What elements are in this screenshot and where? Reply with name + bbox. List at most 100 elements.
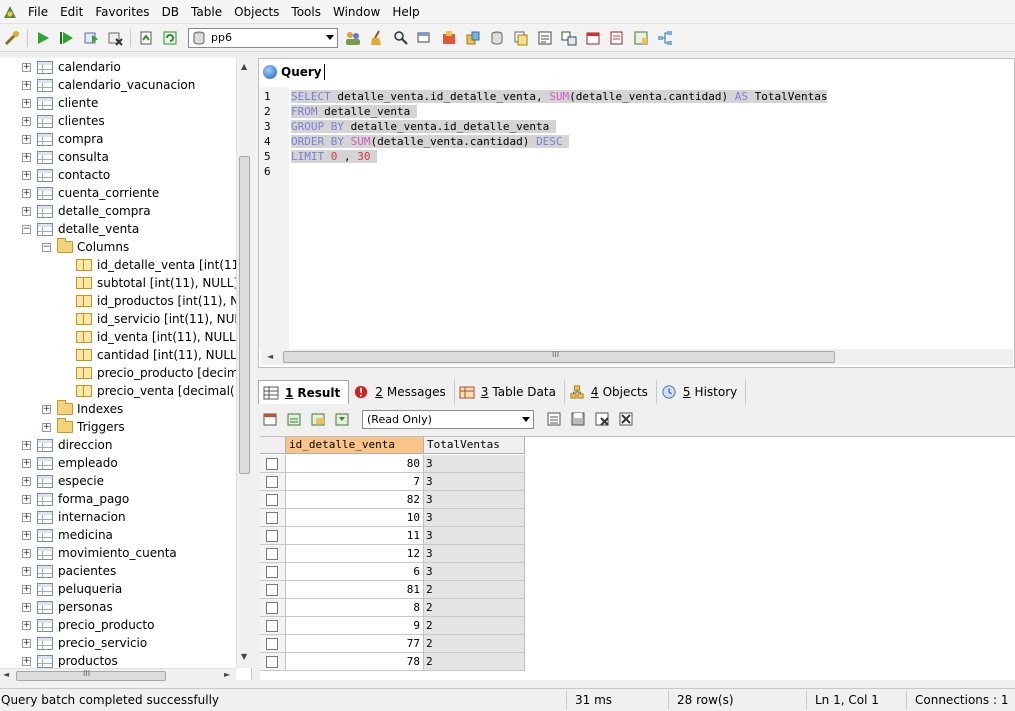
- schema-designer-icon[interactable]: [656, 29, 674, 47]
- row-checkbox[interactable]: [266, 458, 278, 470]
- new-query-icon[interactable]: [137, 29, 155, 47]
- scheduler-icon[interactable]: [584, 29, 602, 47]
- expand-icon[interactable]: +: [22, 566, 31, 576]
- tree-item-table[interactable]: + forma_pago: [22, 490, 129, 508]
- table-cell[interactable]: 2: [424, 635, 525, 653]
- clean-icon[interactable]: [368, 29, 386, 47]
- expand-icon[interactable]: +: [22, 494, 31, 504]
- table-row[interactable]: 63: [260, 563, 525, 581]
- expand-icon[interactable]: +: [22, 530, 31, 540]
- tree-item-table[interactable]: + personas: [22, 598, 113, 616]
- tree-hscroll-thumb[interactable]: III: [16, 669, 166, 681]
- table-row[interactable]: 78 2: [260, 653, 525, 671]
- tree-item-column[interactable]: id_servicio [int(11), NULL]: [76, 310, 236, 328]
- table-cell[interactable]: 77: [286, 635, 424, 653]
- expand-icon[interactable]: +: [22, 638, 31, 648]
- tree-item-column[interactable]: id_productos [int(11), NUL: [76, 292, 236, 310]
- export-results-icon[interactable]: [261, 410, 279, 428]
- tree-scroll-thumb[interactable]: [239, 156, 250, 474]
- table-cell[interactable]: 2: [424, 599, 525, 617]
- scroll-left-icon[interactable]: ◄: [267, 352, 273, 361]
- execute-all-icon[interactable]: [82, 29, 100, 47]
- tree-item-table[interactable]: + pacientes: [22, 562, 116, 580]
- menu-tools[interactable]: Tools: [285, 0, 327, 24]
- table-cell[interactable]: 78: [286, 653, 424, 671]
- tab-query[interactable]: Query: [259, 61, 329, 83]
- menu-help[interactable]: Help: [386, 0, 425, 24]
- table-cell[interactable]: 8: [286, 599, 424, 617]
- tree-item-table[interactable]: + cuenta_corriente: [22, 184, 159, 202]
- tree-item-table[interactable]: + movimiento_cuenta: [22, 544, 177, 562]
- row-checkbox[interactable]: [266, 530, 278, 542]
- tab-objects[interactable]: 4 Objects: [565, 380, 657, 404]
- tree-item-column[interactable]: cantidad [int(11), NULL]: [76, 346, 236, 364]
- code-line[interactable]: SELECT detalle_venta.id_detalle_venta, S…: [291, 89, 828, 104]
- row-checkbox[interactable]: [266, 656, 278, 668]
- tree-item-column[interactable]: subtotal [int(11), NULL]: [76, 274, 236, 292]
- menu-objects[interactable]: Objects: [228, 0, 285, 24]
- expand-icon[interactable]: +: [22, 476, 31, 486]
- expand-icon[interactable]: +: [22, 584, 31, 594]
- row-checkbox[interactable]: [266, 602, 278, 614]
- table-cell[interactable]: 12: [286, 545, 424, 563]
- database-select[interactable]: pp6: [188, 27, 338, 48]
- tree-item-table[interactable]: + calendario_vacunacion: [22, 76, 195, 94]
- code-line[interactable]: LIMIT 0 , 30: [291, 149, 378, 164]
- column-header-id_detalle_venta[interactable]: id_detalle_venta: [286, 437, 424, 454]
- table-cell[interactable]: 3: [424, 509, 525, 527]
- save-icon[interactable]: [569, 410, 587, 428]
- row-selector[interactable]: [260, 491, 286, 509]
- user-manager-icon[interactable]: [344, 29, 362, 47]
- collapse-icon[interactable]: −: [22, 224, 31, 234]
- table-row[interactable]: 82: [260, 599, 525, 617]
- tree-item-table[interactable]: + productos: [22, 652, 118, 668]
- expand-icon[interactable]: +: [22, 656, 31, 666]
- scroll-up-icon[interactable]: ▲: [241, 62, 247, 71]
- row-selector[interactable]: [260, 599, 286, 617]
- table-row[interactable]: 77 2: [260, 635, 525, 653]
- row-selector[interactable]: [260, 473, 286, 491]
- table-cell[interactable]: 2: [424, 581, 525, 599]
- expand-icon[interactable]: +: [22, 458, 31, 468]
- row-selector[interactable]: [260, 563, 286, 581]
- row-checkbox[interactable]: [266, 638, 278, 650]
- table-cell[interactable]: 7: [286, 473, 424, 491]
- row-selector[interactable]: [260, 617, 286, 635]
- save-results-icon[interactable]: [309, 410, 327, 428]
- expand-icon[interactable]: +: [22, 170, 31, 180]
- expand-icon[interactable]: +: [22, 98, 31, 108]
- tree-item-column[interactable]: precio_venta [decimal(10,(: [76, 382, 236, 400]
- row-checkbox[interactable]: [266, 584, 278, 596]
- row-checkbox[interactable]: [266, 512, 278, 524]
- tree-item-table[interactable]: + internacion: [22, 508, 126, 526]
- tree-item-table[interactable]: + medicina: [22, 526, 113, 544]
- tab-result[interactable]: 1 Result: [258, 380, 350, 404]
- scroll-right-icon[interactable]: ►: [224, 670, 230, 679]
- row-selector[interactable]: [260, 581, 286, 599]
- execute-current-icon[interactable]: [58, 29, 76, 47]
- table-cell[interactable]: 3: [424, 491, 525, 509]
- copy-results-icon[interactable]: [285, 410, 303, 428]
- table-cell[interactable]: 82: [286, 491, 424, 509]
- expand-icon[interactable]: +: [22, 62, 31, 72]
- filter-results-icon[interactable]: [333, 410, 351, 428]
- expand-icon[interactable]: +: [22, 116, 31, 126]
- table-row[interactable]: 11 3: [260, 527, 525, 545]
- expand-icon[interactable]: +: [22, 602, 31, 612]
- connect-icon[interactable]: [3, 29, 21, 47]
- row-selector[interactable]: [260, 635, 286, 653]
- table-cell[interactable]: 3: [424, 563, 525, 581]
- expand-icon[interactable]: +: [22, 206, 31, 216]
- result-grid[interactable]: id_detalle_venta TotalVentas 80 3 7 3 82 3 10 3 11…: [260, 436, 1015, 680]
- insert-row-icon[interactable]: [545, 410, 563, 428]
- tree-item-column[interactable]: precio_producto [decimal: [76, 364, 236, 382]
- table-cell[interactable]: 11: [286, 527, 424, 545]
- table-cell[interactable]: 3: [424, 545, 525, 563]
- report-icon[interactable]: [608, 29, 626, 47]
- row-selector[interactable]: [260, 527, 286, 545]
- column-header-totalventas[interactable]: TotalVentas: [424, 437, 525, 454]
- row-checkbox[interactable]: [266, 548, 278, 560]
- export-icon[interactable]: [464, 29, 482, 47]
- tree-item-folder[interactable]: + Triggers: [42, 418, 125, 436]
- result-mode-select[interactable]: (Read Only): [362, 409, 534, 429]
